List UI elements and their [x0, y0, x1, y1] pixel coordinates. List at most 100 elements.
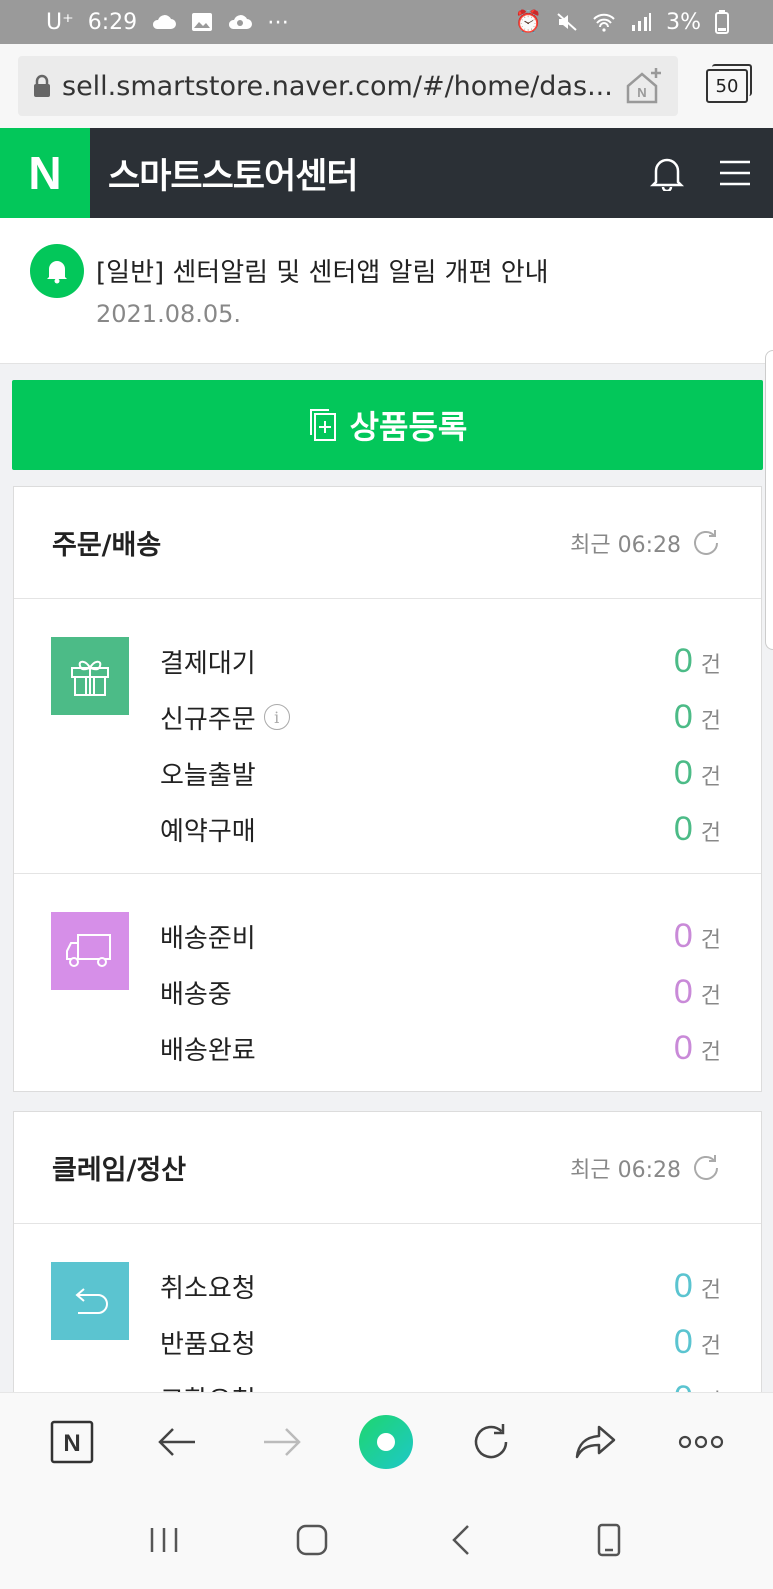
- status-bar: U⁺ 6:29 ⋯ ⏰ 3%: [0, 0, 773, 44]
- list-item[interactable]: 결제대기 0건: [160, 633, 721, 689]
- recent-apps-button[interactable]: [129, 1505, 199, 1575]
- naver-n-icon: N: [51, 1420, 94, 1463]
- list-item[interactable]: 취소요청 0건: [160, 1258, 721, 1314]
- green-dot-icon: [359, 1414, 414, 1469]
- wifi-icon: [593, 13, 615, 32]
- row-label: 결제대기: [160, 648, 256, 679]
- row-unit: 건: [700, 1333, 721, 1359]
- recent-apps-icon: [150, 1527, 178, 1552]
- mute-icon: [557, 13, 577, 31]
- row-label: 반품요청: [160, 1329, 256, 1360]
- row-label: 신규주문: [160, 704, 256, 735]
- naver-logo[interactable]: N: [0, 128, 90, 218]
- more-dots-icon: [678, 1435, 723, 1448]
- list-item[interactable]: 신규주문 i 0건: [160, 689, 721, 745]
- row-unit: 건: [700, 764, 721, 790]
- row-unit: 건: [700, 983, 721, 1009]
- home-button[interactable]: [277, 1505, 347, 1575]
- naver-home-button[interactable]: N: [37, 1407, 107, 1477]
- row-count[interactable]: 0: [674, 1029, 693, 1068]
- refresh-icon[interactable]: [691, 1153, 721, 1183]
- row-count[interactable]: 0: [674, 1323, 693, 1362]
- app-header: N 스마트스토어센터: [0, 128, 773, 218]
- claims-updated-time: 최근 06:28: [570, 1157, 681, 1183]
- row-unit: 건: [700, 927, 721, 953]
- system-nav-bar: [0, 1490, 773, 1589]
- refresh-icon[interactable]: [691, 528, 721, 558]
- app-title[interactable]: 스마트스토어센터: [108, 148, 637, 199]
- more-button[interactable]: [666, 1407, 736, 1477]
- chevron-left-icon: [451, 1524, 469, 1555]
- screen-rotate-button[interactable]: [574, 1505, 644, 1575]
- menu-button[interactable]: [705, 143, 765, 203]
- notice-date: 2021.08.05.: [96, 300, 242, 328]
- url-field[interactable]: sell.smartstore.naver.com/#/home/das... …: [18, 56, 678, 116]
- back-button[interactable]: [142, 1407, 212, 1477]
- battery-percent: 3%: [666, 9, 701, 35]
- add-to-home-icon[interactable]: N: [624, 66, 664, 106]
- browser-address-bar: sell.smartstore.naver.com/#/home/das... …: [0, 44, 773, 128]
- notification-button[interactable]: [637, 143, 697, 203]
- info-icon[interactable]: i: [263, 704, 290, 730]
- row-count[interactable]: 0: [674, 642, 693, 681]
- claims-refresh[interactable]: 최근 06:28: [570, 1152, 721, 1184]
- row-label: 오늘출발: [160, 760, 256, 791]
- system-back-button[interactable]: [426, 1505, 496, 1575]
- row-count[interactable]: 0: [674, 810, 693, 849]
- svg-text:N: N: [64, 1430, 81, 1457]
- scrollbar-handle[interactable]: [765, 350, 773, 650]
- row-label: 취소요청: [160, 1273, 256, 1304]
- hamburger-icon: [720, 160, 750, 186]
- row-label: 배송완료: [160, 1035, 256, 1066]
- return-arrow-icon: [51, 1262, 129, 1340]
- share-arrow-icon: [575, 1425, 616, 1458]
- url-text: sell.smartstore.naver.com/#/home/das...: [62, 70, 613, 102]
- row-label: 배송준비: [160, 923, 256, 954]
- orders-updated-time: 최근 06:28: [570, 532, 681, 558]
- orders-card: 주문/배송 최근 06:28 결제대기 0건 신규주문 i 0건 오늘출발 0건 …: [13, 486, 762, 1092]
- list-item[interactable]: 배송준비 0건: [160, 908, 721, 964]
- tab-count-button[interactable]: 50: [706, 64, 752, 103]
- truck-icon: [51, 912, 129, 990]
- orders-card-header: 주문/배송 최근 06:28: [14, 487, 761, 599]
- notice-bell-icon: [30, 244, 84, 298]
- phone-icon: [597, 1523, 621, 1556]
- list-item[interactable]: 반품요청 0건: [160, 1314, 721, 1370]
- svg-text:N: N: [637, 85, 646, 100]
- signal-icon: [632, 13, 652, 31]
- row-count[interactable]: 0: [674, 754, 693, 793]
- list-item[interactable]: 배송완료 0건: [160, 1020, 721, 1076]
- list-item[interactable]: 예약구매 0건: [160, 801, 721, 857]
- notice-banner[interactable]: [일반] 센터알림 및 센터앱 알림 개편 안내 2021.08.05.: [0, 218, 773, 364]
- row-count[interactable]: 0: [674, 1267, 693, 1306]
- row-label: 예약구매: [160, 816, 256, 847]
- row-count[interactable]: 0: [674, 917, 693, 956]
- payment-order-group: 결제대기 0건 신규주문 i 0건 오늘출발 0건 예약구매 0건: [14, 599, 761, 874]
- home-square-icon: [297, 1524, 328, 1555]
- row-count[interactable]: 0: [674, 973, 693, 1012]
- clock: 6:29: [87, 9, 138, 35]
- claims-card-title: 클레임/정산: [52, 1155, 187, 1186]
- register-product-label: 상품등록: [349, 408, 468, 446]
- reload-icon: [474, 1423, 508, 1458]
- share-button[interactable]: [561, 1407, 631, 1477]
- carrier-label: U⁺: [46, 9, 74, 35]
- orders-refresh[interactable]: 최근 06:28: [570, 527, 721, 559]
- alarm-icon: ⏰: [514, 9, 543, 35]
- arrow-right-icon: [263, 1427, 301, 1456]
- notice-title[interactable]: [일반] 센터알림 및 센터앱 알림 개편 안내: [96, 252, 549, 289]
- arrow-left-icon: [158, 1427, 196, 1456]
- row-unit: 건: [700, 820, 721, 846]
- list-item[interactable]: 배송중 0건: [160, 964, 721, 1020]
- register-product-button[interactable]: 상품등록: [12, 380, 763, 470]
- image-icon: [192, 13, 213, 31]
- row-count[interactable]: 0: [674, 698, 693, 737]
- row-unit: 건: [700, 652, 721, 678]
- cloud-icon: [153, 15, 177, 29]
- reload-button[interactable]: [456, 1407, 526, 1477]
- green-dot-button[interactable]: [351, 1407, 421, 1477]
- forward-button[interactable]: [247, 1407, 317, 1477]
- list-item[interactable]: 오늘출발 0건: [160, 745, 721, 801]
- row-unit: 건: [700, 1039, 721, 1065]
- row-label: 배송중: [160, 979, 232, 1010]
